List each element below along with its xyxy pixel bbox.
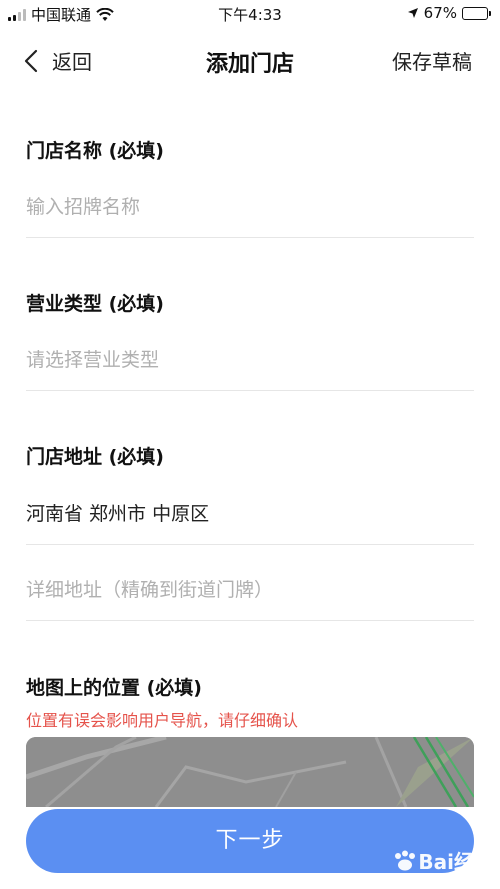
map-roads — [26, 737, 474, 807]
map-location-label: 地图上的位置 (必填) — [26, 677, 202, 699]
save-draft-button[interactable]: 保存草稿 — [392, 46, 472, 75]
store-name-input[interactable]: 输入招牌名称 — [26, 182, 474, 238]
region-select[interactable]: 河南省 郑州市 中原区 — [26, 489, 474, 545]
back-button[interactable]: 返回 — [24, 46, 92, 75]
battery-icon — [462, 6, 491, 20]
watermark-brand: Bai经验 — [392, 846, 494, 875]
store-name-label: 门店名称 (必填) — [26, 140, 164, 162]
store-address-label: 门店地址 (必填) — [26, 446, 164, 468]
chevron-left-icon — [24, 49, 38, 72]
watermark: Bai经验 jingyan.baidu.com — [392, 846, 494, 885]
watermark-url: jingyan.baidu.com — [410, 875, 494, 885]
business-type-label: 营业类型 (必填) — [26, 293, 164, 315]
battery-percent: 67% — [423, 4, 457, 22]
location-arrow-icon — [407, 8, 418, 18]
business-type-select[interactable]: 请选择营业类型 — [26, 335, 474, 391]
location-map[interactable] — [26, 737, 474, 807]
back-label: 返回 — [52, 50, 92, 74]
paw-logo-icon — [395, 850, 416, 870]
map-location-hint: 位置有误会影响用户导航，请仔细确认 — [26, 711, 299, 730]
status-bar: 中国联通 下午4:33 67% — [0, 0, 500, 26]
detail-address-input[interactable]: 详细地址（精确到街道门牌） — [26, 565, 474, 621]
navigation-bar: 返回 添加门店 保存草稿 — [0, 40, 500, 80]
status-right: 67% — [407, 4, 491, 22]
